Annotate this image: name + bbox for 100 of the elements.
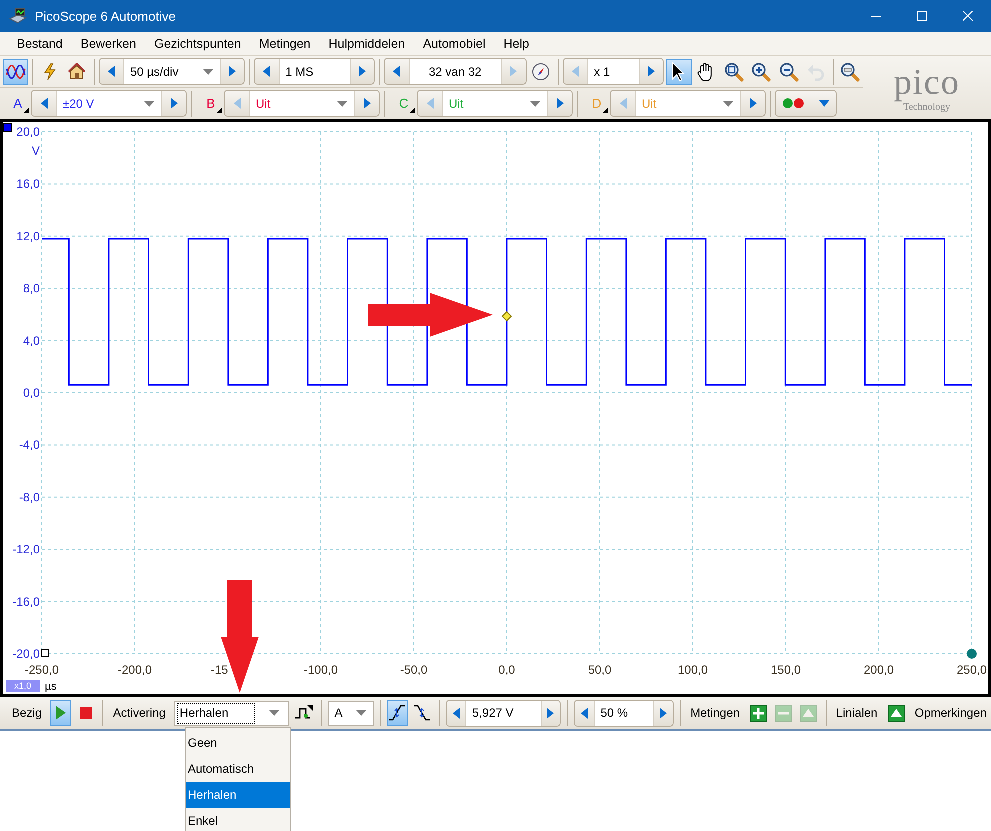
- menu-option[interactable]: Geen: [186, 730, 290, 756]
- compass-icon: [532, 62, 550, 80]
- tick-label: 0,0: [23, 386, 40, 400]
- value-field[interactable]: 50 %: [594, 700, 654, 726]
- logo-wordmark: pico: [894, 62, 960, 102]
- tick-label: 16,0: [16, 177, 40, 192]
- status-text: Bezig: [11, 706, 44, 720]
- next-button[interactable]: [350, 59, 374, 84]
- corner-icon: [410, 108, 415, 112]
- next-button[interactable]: [654, 700, 673, 726]
- scope-mode-button[interactable]: [3, 58, 28, 84]
- trigger-mode-dropdown[interactable]: Herhalen: [174, 700, 289, 726]
- close-icon: [963, 11, 973, 21]
- left-triangle-icon: [108, 66, 116, 77]
- tick-label: -12,0: [12, 542, 40, 557]
- zoom-factor-badge: x1,0: [6, 680, 40, 692]
- measurements-label: Metingen: [690, 706, 741, 720]
- next-button[interactable]: [741, 91, 765, 116]
- previous-button[interactable]: [575, 700, 594, 726]
- zoom-icon: [724, 62, 744, 82]
- left-triangle-icon: [393, 66, 400, 77]
- previous-button[interactable]: [100, 59, 124, 84]
- menu-item[interactable]: Bestand: [8, 36, 72, 50]
- dots-icon: [782, 98, 806, 109]
- right-triangle-icon: [359, 66, 366, 77]
- right-triangle-icon: [170, 98, 178, 109]
- next-button[interactable]: [355, 91, 379, 116]
- menu-item[interactable]: Automobiel: [414, 36, 495, 50]
- left-triangle-icon: [40, 98, 48, 109]
- value-field[interactable]: x 1: [587, 59, 640, 84]
- right-triangle-icon: [660, 708, 667, 718]
- zoom-fit-icon: [840, 62, 860, 82]
- tick-label: -100,0: [304, 663, 338, 677]
- rising-edge-button[interactable]: [386, 700, 408, 726]
- value-field[interactable]: 50 µs/div: [123, 59, 222, 84]
- channel-label[interactable]: B: [200, 92, 222, 114]
- undo-icon: [806, 62, 825, 80]
- pointer-tool-button[interactable]: [666, 58, 692, 84]
- tick-label: -8,0: [19, 490, 40, 504]
- left-triangle-icon: [580, 708, 588, 718]
- right-triangle-icon: [648, 66, 656, 77]
- next-button[interactable]: [542, 700, 560, 726]
- next-button[interactable]: [640, 59, 664, 84]
- left-triangle-icon: [234, 98, 240, 109]
- right-triangle-icon: [364, 98, 370, 109]
- stop-icon: [80, 707, 92, 719]
- left-triangle-icon: [263, 66, 270, 77]
- ruler-handle: [42, 650, 50, 658]
- next-button[interactable]: [548, 91, 572, 116]
- previous-button[interactable]: [32, 91, 56, 116]
- trigger-source-dropdown[interactable]: A: [328, 700, 374, 726]
- dropdown-button[interactable]: [812, 91, 836, 116]
- play-icon: [54, 705, 67, 721]
- right-triangle-icon: [229, 66, 236, 77]
- left-triangle-icon: [620, 98, 626, 109]
- logo-tagline: Technology: [903, 102, 951, 114]
- trigger-label: Activering: [112, 706, 167, 720]
- tick-label: -250,0: [24, 663, 60, 677]
- menu-item[interactable]: Metingen: [250, 36, 320, 50]
- tick-label: 8,0: [23, 282, 40, 296]
- menu-item[interactable]: Bewerken: [72, 36, 146, 50]
- house-icon: [68, 63, 86, 80]
- value-field[interactable]: 5,927 V: [465, 700, 542, 726]
- right-triangle-icon: [750, 98, 756, 109]
- previous-button[interactable]: [446, 700, 466, 726]
- previous-button[interactable]: [255, 59, 279, 84]
- previous-button[interactable]: [385, 59, 408, 84]
- menu-item[interactable]: Hulpmiddelen: [320, 36, 414, 50]
- maximize-icon: [917, 11, 927, 21]
- menu-item[interactable]: Gezichtspunten: [145, 36, 250, 50]
- next-button[interactable]: [162, 91, 186, 116]
- next-button[interactable]: [221, 59, 244, 84]
- channel-label[interactable]: A: [7, 92, 29, 114]
- run-button[interactable]: [50, 700, 72, 726]
- value-field[interactable]: 1 MS: [278, 59, 351, 84]
- menu-option[interactable]: Herhalen: [186, 782, 290, 808]
- left-triangle-icon: [426, 98, 434, 109]
- zoom-in-icon: [751, 62, 772, 82]
- menu-option[interactable]: Enkel: [186, 808, 290, 831]
- caret-icon: [203, 68, 214, 74]
- caret-icon: [530, 100, 541, 106]
- right-triangle-icon: [556, 98, 564, 109]
- menu-item[interactable]: Help: [494, 36, 538, 50]
- value-field[interactable]: Uit: [249, 91, 355, 116]
- left-triangle-icon: [572, 66, 579, 77]
- value-field[interactable]: 32 van 32: [408, 59, 502, 84]
- falling-edge-icon: [413, 704, 432, 722]
- tick-label: 0,0: [498, 663, 516, 677]
- ruler-handle: [967, 649, 977, 659]
- tick-label: -16,0: [12, 594, 40, 609]
- axis-unit: V: [32, 144, 40, 158]
- caret-icon: [356, 710, 367, 716]
- tick-label: 250,0: [956, 663, 988, 677]
- corner-icon: [217, 108, 222, 112]
- plus-icon: [750, 704, 768, 722]
- notes-label: Opmerkingen: [914, 706, 988, 720]
- tick-label: 12,0: [16, 229, 40, 244]
- selected-value: Herhalen: [176, 702, 255, 724]
- value-field[interactable]: ±20 V: [56, 91, 162, 116]
- menu-option[interactable]: Automatisch: [186, 756, 290, 782]
